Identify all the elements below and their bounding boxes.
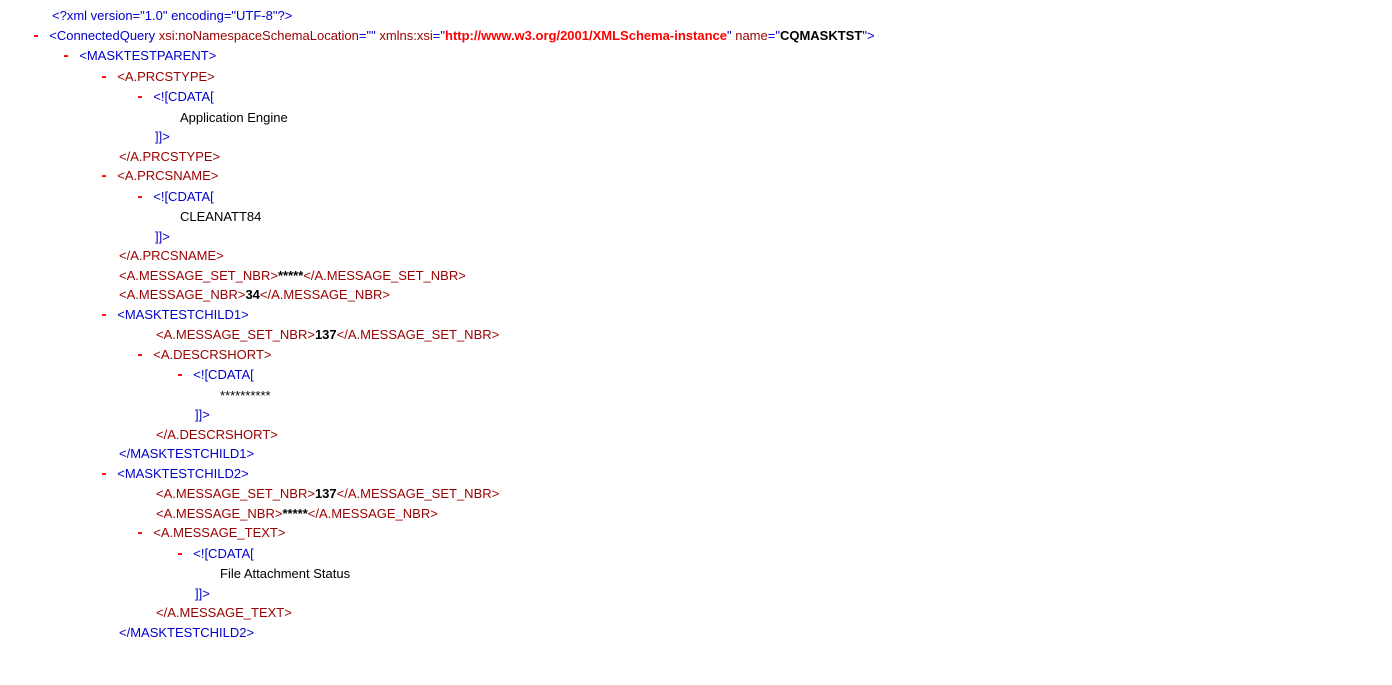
collapse-icon[interactable]: -	[134, 188, 146, 208]
message-set-nbr: <A.MESSAGE_SET_NBR>*****</A.MESSAGE_SET_…	[0, 266, 1392, 286]
collapse-icon[interactable]: -	[134, 88, 146, 108]
collapse-icon[interactable]: -	[134, 346, 146, 366]
cdata-close: ]]>	[0, 584, 1392, 604]
message-nbr: <A.MESSAGE_NBR>34</A.MESSAGE_NBR>	[0, 285, 1392, 305]
cdata-close: ]]>	[0, 405, 1392, 425]
collapse-icon[interactable]: -	[134, 524, 146, 544]
cdata-value: Application Engine	[0, 108, 1392, 128]
prcstype-open: - <A.PRCSTYPE>	[0, 67, 1392, 88]
collapse-icon[interactable]: -	[60, 47, 72, 67]
prcsname-close: </A.PRCSNAME>	[0, 246, 1392, 266]
collapse-icon[interactable]: -	[98, 167, 110, 187]
msgtext-open: - <A.MESSAGE_TEXT>	[0, 523, 1392, 544]
child1-msgset: <A.MESSAGE_SET_NBR>137</A.MESSAGE_SET_NB…	[0, 325, 1392, 345]
collapse-icon[interactable]: -	[98, 68, 110, 88]
cdata-value: CLEANATT84	[0, 207, 1392, 227]
masktestparent-open: - <MASKTESTPARENT>	[0, 46, 1392, 67]
cdata-open: - <![CDATA[	[0, 187, 1392, 208]
cdata-open: - <![CDATA[	[0, 544, 1392, 565]
cdata-close: ]]>	[0, 127, 1392, 147]
prcstype-close: </A.PRCSTYPE>	[0, 147, 1392, 167]
collapse-icon[interactable]: -	[30, 27, 42, 47]
descrshort-close: </A.DESCRSHORT>	[0, 425, 1392, 445]
descrshort-open: - <A.DESCRSHORT>	[0, 345, 1392, 366]
cdata-close: ]]>	[0, 227, 1392, 247]
masktestchild1-close: </MASKTESTCHILD1>	[0, 444, 1392, 464]
collapse-icon[interactable]: -	[98, 306, 110, 326]
msgtext-close: </A.MESSAGE_TEXT>	[0, 603, 1392, 623]
cdata-open: - <![CDATA[	[0, 87, 1392, 108]
masktestchild2-open: - <MASKTESTCHILD2>	[0, 464, 1392, 485]
child2-msgnbr: <A.MESSAGE_NBR>*****</A.MESSAGE_NBR>	[0, 504, 1392, 524]
prcsname-open: - <A.PRCSNAME>	[0, 166, 1392, 187]
collapse-icon[interactable]: -	[174, 545, 186, 565]
cdata-value: File Attachment Status	[0, 564, 1392, 584]
masktestchild2-close: </MASKTESTCHILD2>	[0, 623, 1392, 643]
collapse-icon[interactable]: -	[174, 366, 186, 386]
cdata-value: **********	[0, 386, 1392, 406]
masktestchild1-open: - <MASKTESTCHILD1>	[0, 305, 1392, 326]
cdata-open: - <![CDATA[	[0, 365, 1392, 386]
xml-declaration: <?xml version="1.0" encoding="UTF-8"?>	[0, 6, 1392, 26]
child2-msgset: <A.MESSAGE_SET_NBR>137</A.MESSAGE_SET_NB…	[0, 484, 1392, 504]
root-element: - <ConnectedQuery xsi:noNamespaceSchemaL…	[0, 26, 1392, 47]
collapse-icon[interactable]: -	[98, 465, 110, 485]
